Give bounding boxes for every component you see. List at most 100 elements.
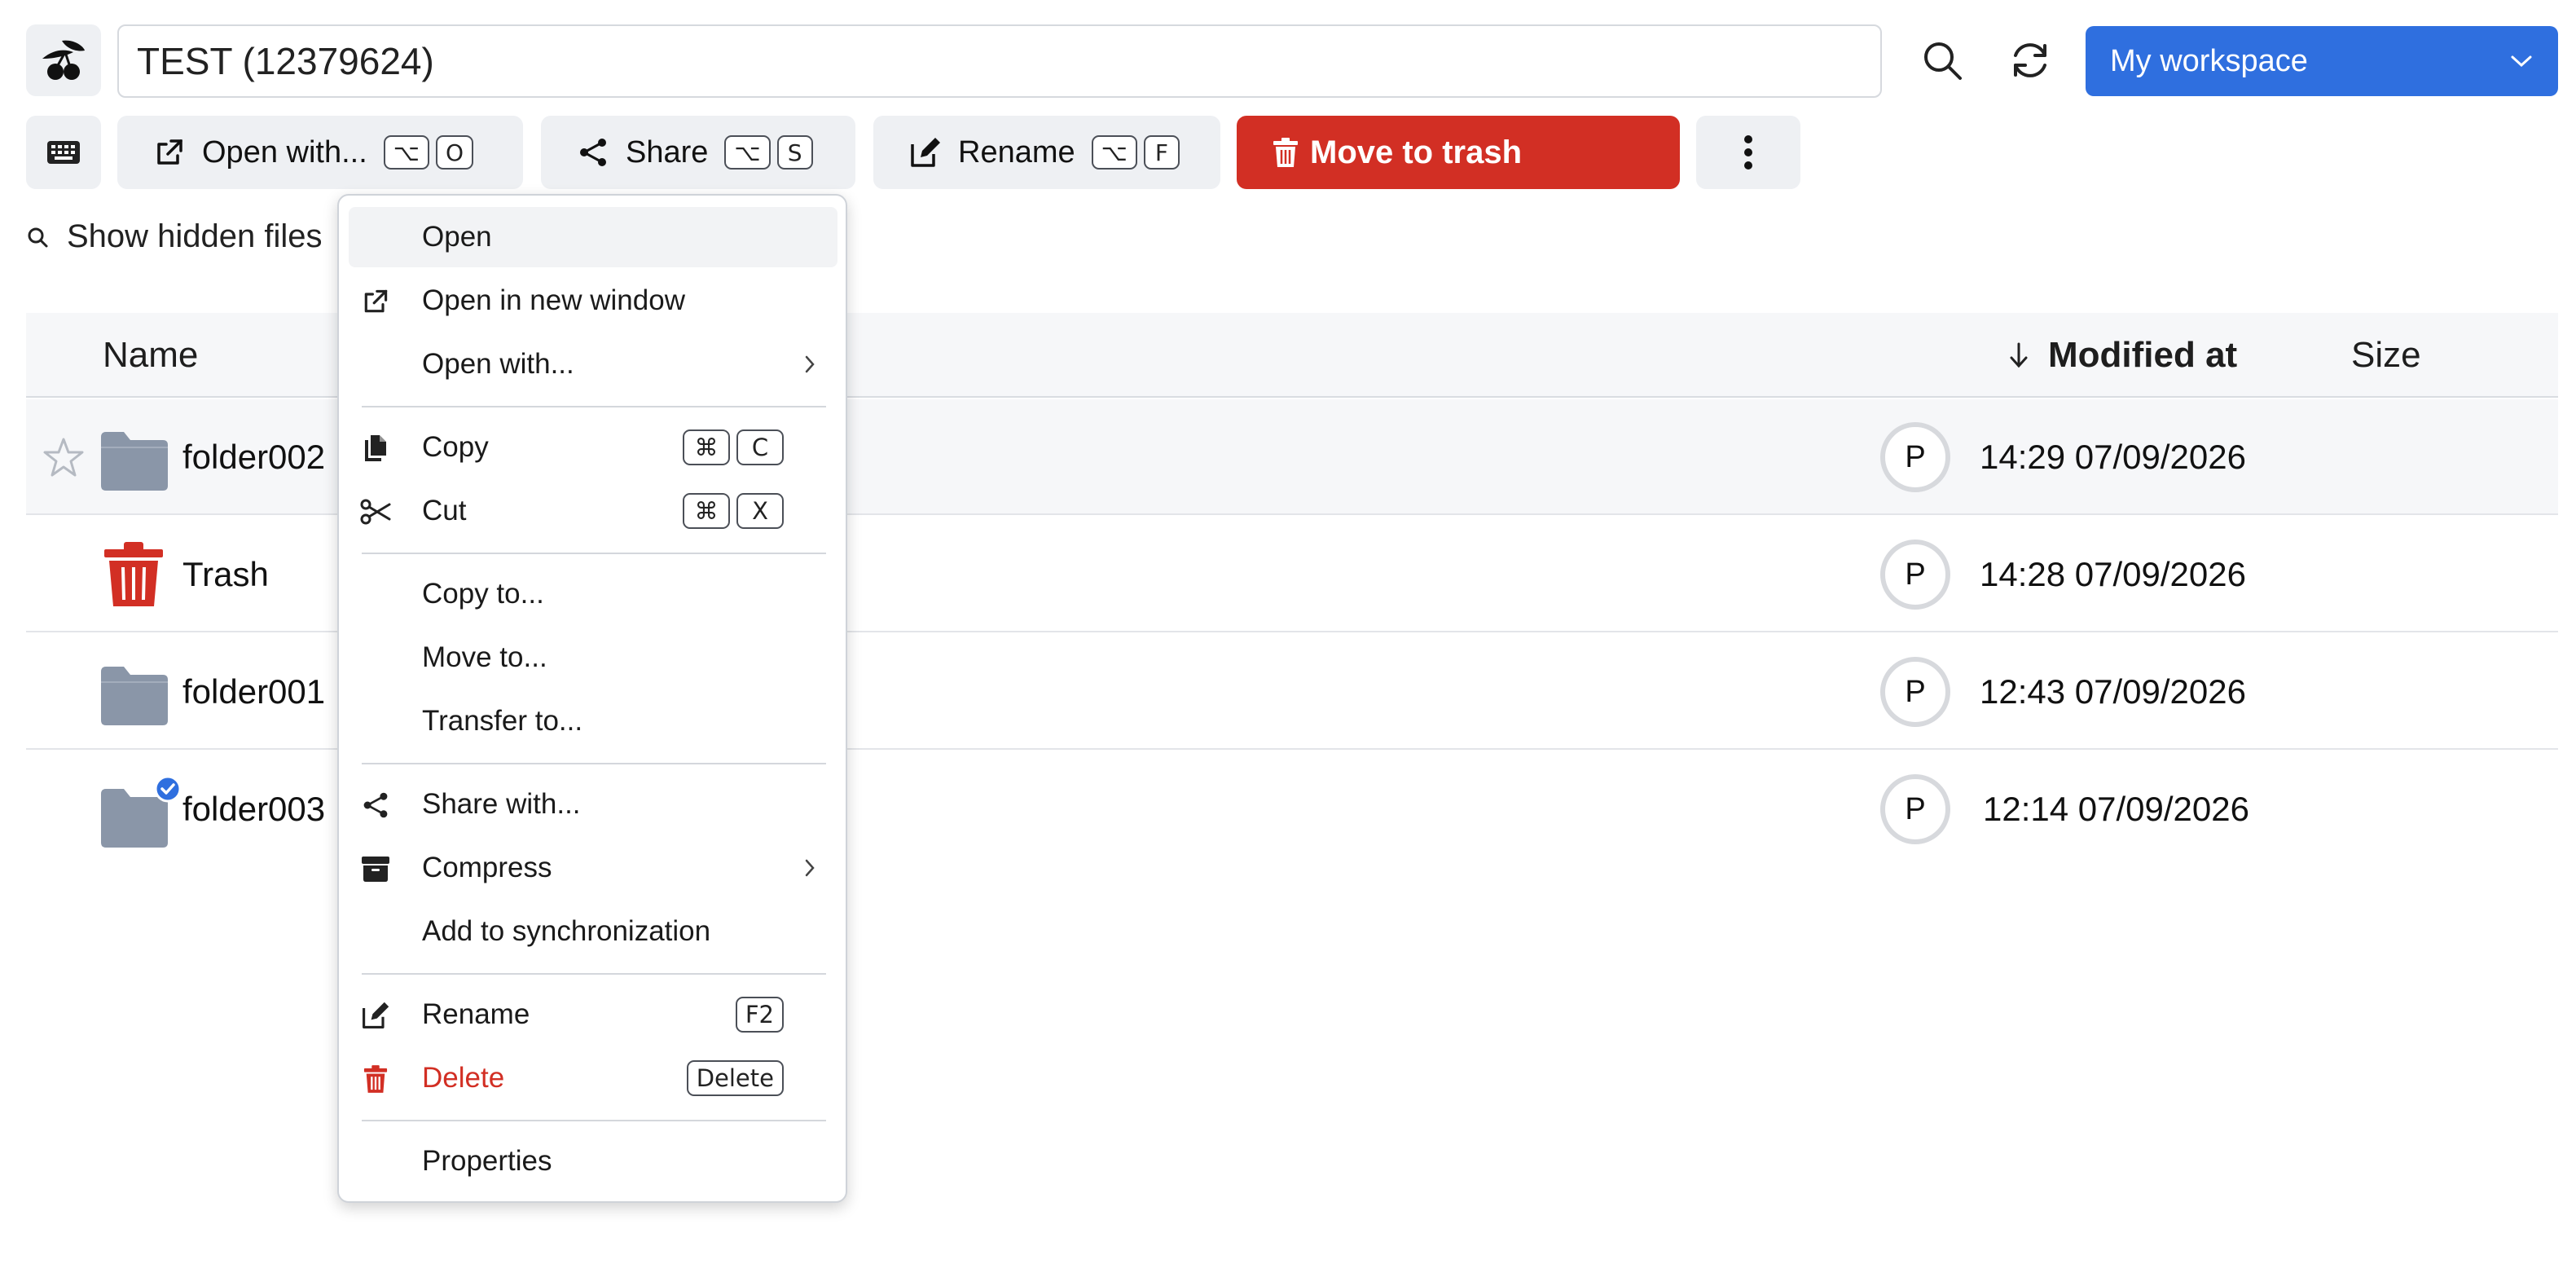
workspace-label: My workspace (2110, 43, 2308, 78)
kbd-key: X (736, 493, 784, 529)
column-header-size[interactable]: Size (2351, 313, 2421, 398)
kbd-key: ⌥ (1091, 135, 1137, 170)
menu-item-add-sync[interactable]: Add to synchronization (349, 901, 837, 962)
share-icon (363, 792, 388, 818)
arrow-down-icon (2010, 342, 2028, 368)
modified-at: 14:28 07/09/2026 (1980, 555, 2246, 593)
menu-divider (362, 553, 826, 554)
avatar: P (1880, 422, 1950, 492)
scissors-icon (360, 499, 391, 525)
menu-item-transfer-to[interactable]: Transfer to... (349, 691, 837, 751)
menu-item-move-to[interactable]: Move to... (349, 628, 837, 688)
show-hidden-files-label: Show hidden files (67, 218, 323, 254)
move-to-trash-button[interactable]: Move to trash (1237, 116, 1680, 189)
rename-label: Rename (958, 134, 1075, 170)
more-actions-button[interactable] (1696, 116, 1800, 189)
synced-folder-icon (101, 775, 182, 848)
kbd-key: ⌥ (383, 135, 430, 170)
file-name[interactable]: folder002 (182, 399, 325, 515)
avatar: P (1880, 657, 1950, 727)
kbd-key: Delete (686, 1060, 784, 1096)
app-logo[interactable] (26, 24, 101, 96)
avatar: P (1880, 774, 1950, 844)
column-header-name[interactable]: Name (103, 313, 198, 398)
menu-item-share-with[interactable]: Share with... (349, 774, 837, 835)
kbd-key: O (436, 135, 474, 170)
menu-divider (362, 973, 826, 975)
menu-divider (362, 763, 826, 764)
menu-divider (362, 1120, 826, 1121)
menu-item-label: Compress (422, 852, 552, 883)
avatar: P (1880, 540, 1950, 610)
refresh-icon (2014, 43, 2046, 77)
keyboard-icon (47, 141, 80, 164)
menu-item-rename[interactable]: Rename F2 (349, 984, 837, 1045)
share-button[interactable]: Share ⌥ S (541, 116, 855, 189)
menu-item-open[interactable]: Open (349, 207, 837, 267)
menu-item-cut[interactable]: Cut ⌘ X (349, 481, 837, 541)
chevron-right-icon (805, 859, 815, 877)
path-input[interactable]: TEST (12379624) (117, 24, 1882, 98)
open-with-label: Open with... (202, 134, 367, 170)
file-name[interactable]: Trash (182, 517, 269, 632)
refresh-button[interactable] (2004, 34, 2056, 86)
more-vertical-icon (1744, 135, 1752, 170)
menu-item-copy-to[interactable]: Copy to... (349, 564, 837, 624)
workspace-select[interactable]: My workspace (2086, 26, 2558, 96)
menu-item-label: Add to synchronization (422, 915, 711, 947)
kbd-key: C (736, 429, 784, 465)
pencil-square-icon (363, 1002, 389, 1028)
open-with-button[interactable]: Open with... ⌥ O (117, 116, 523, 189)
menu-item-label: Open with... (422, 348, 574, 380)
kbd-key: ⌥ (724, 135, 771, 170)
menu-divider (362, 406, 826, 407)
file-name[interactable]: folder003 (182, 751, 325, 867)
search-icon (1924, 42, 1962, 80)
cherry-logo-icon (42, 40, 85, 80)
menu-item-compress[interactable]: Compress (349, 838, 837, 898)
menu-item-label: Properties (422, 1145, 552, 1177)
rename-button[interactable]: Rename ⌥ F (873, 116, 1220, 189)
menu-item-label: Move to... (422, 641, 547, 673)
menu-item-label: Copy to... (422, 578, 544, 610)
archive-icon (362, 857, 389, 882)
share-icon (580, 139, 606, 166)
copy-icon (365, 435, 386, 461)
modified-at-label: Modified at (2048, 335, 2238, 375)
menu-item-open-new-window[interactable]: Open in new window (349, 271, 837, 331)
menu-item-label: Transfer to... (422, 705, 583, 737)
kbd-key: S (776, 135, 813, 170)
trash-icon (1273, 138, 1298, 167)
file-name[interactable]: folder001 (182, 634, 325, 750)
menu-item-label: Cut (422, 495, 467, 526)
move-to-trash-label: Move to trash (1310, 134, 1523, 170)
folder-icon (101, 432, 168, 491)
kbd-key: ⌘ (683, 493, 730, 529)
menu-item-open-with[interactable]: Open with... (349, 334, 837, 394)
folder-icon (101, 667, 168, 725)
modified-at: 12:14 07/09/2026 (1983, 790, 2249, 828)
share-label: Share (626, 134, 709, 170)
search-button[interactable] (1916, 34, 1968, 86)
modified-at: 14:29 07/09/2026 (1980, 438, 2246, 476)
menu-item-label: Share with... (422, 788, 581, 820)
column-header-modified[interactable]: Modified at (2007, 313, 2237, 398)
menu-item-properties[interactable]: Properties (349, 1131, 837, 1191)
menu-item-label: Delete (422, 1062, 505, 1094)
keyboard-button[interactable] (26, 116, 101, 189)
menu-item-label: Open in new window (422, 284, 685, 316)
kbd-key: ⌘ (683, 429, 730, 465)
star-icon[interactable] (42, 437, 85, 478)
trash-icon (104, 542, 163, 606)
menu-item-label: Rename (422, 998, 530, 1030)
trash-icon (363, 1065, 388, 1093)
pencil-square-icon (911, 138, 940, 167)
show-hidden-files-toggle[interactable]: Show hidden files (26, 218, 323, 255)
menu-item-copy[interactable]: Copy ⌘ C (349, 417, 837, 478)
modified-at: 12:43 07/09/2026 (1980, 672, 2246, 711)
context-menu: Open Open in new window Open with... Cop… (337, 194, 847, 1203)
external-link-icon (157, 139, 182, 165)
menu-item-delete[interactable]: Delete Delete (349, 1048, 837, 1108)
search-icon (28, 227, 48, 247)
chevron-down-icon (2511, 55, 2532, 68)
